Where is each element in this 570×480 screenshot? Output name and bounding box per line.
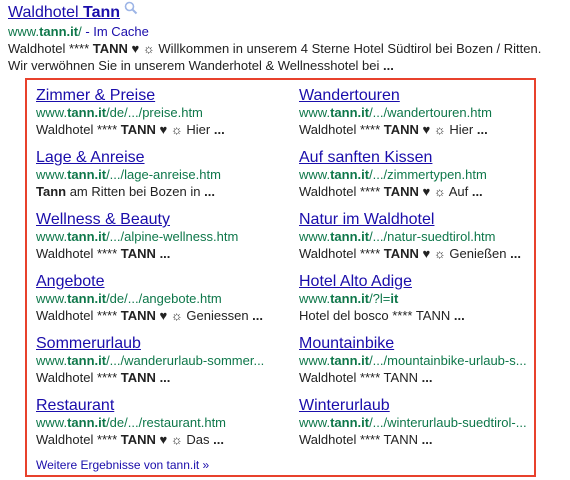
sitelink-url: www.tann.it/de/.../restaurant.htm	[36, 415, 227, 430]
sitelink-snippet: Waldhotel **** TANN ♥ ☼ Genießen ...	[299, 246, 521, 261]
sitelink-url: www.tann.it/.../mountainbike-urlaub-s...	[299, 353, 527, 368]
sitelink-title[interactable]: Hotel Alto Adige	[299, 272, 412, 291]
sitelink-auf-sanften-kissen: Auf sanften Kissen www.tann.it/.../zimme…	[299, 148, 531, 201]
search-result: Waldhotel Tann www.tann.it/ - Im Cache W…	[8, 0, 568, 74]
result-title-link[interactable]: Waldhotel Tann	[8, 4, 120, 21]
sitelink-zimmer-preise: Zimmer & Preise www.tann.it/de/.../preis…	[36, 86, 276, 139]
sitelink-title[interactable]: Sommerurlaub	[36, 334, 141, 353]
sitelink-title[interactable]: Zimmer & Preise	[36, 86, 155, 105]
sitelink-title[interactable]: Mountainbike	[299, 334, 394, 353]
sitelink-snippet: Waldhotel **** TANN ♥ ☼ Hier ...	[299, 122, 488, 137]
result-url: www.tann.it/	[8, 24, 82, 39]
sitelink-title[interactable]: Wandertouren	[299, 86, 400, 105]
sitelink-restaurant: Restaurant www.tann.it/de/.../restaurant…	[36, 396, 276, 449]
sitelink-snippet: Tann am Ritten bei Bozen in ...	[36, 184, 215, 199]
sitelink-url: www.tann.it/.../wandertouren.htm	[299, 105, 492, 120]
sitelink-title[interactable]: Wellness & Beauty	[36, 210, 170, 229]
sitelink-hotel-alto-adige: Hotel Alto Adige www.tann.it/?l=it Hotel…	[299, 272, 531, 325]
sitelink-title[interactable]: Auf sanften Kissen	[299, 148, 432, 167]
sitelink-natur-im-waldhotel: Natur im Waldhotel www.tann.it/.../natur…	[299, 210, 531, 263]
sitelink-wandertouren: Wandertouren www.tann.it/.../wandertoure…	[299, 86, 531, 139]
result-title-row: Waldhotel Tann	[8, 0, 568, 24]
sitelink-title[interactable]: Lage & Anreise	[36, 148, 145, 167]
sitelink-winterurlaub: Winterurlaub www.tann.it/.../winterurlau…	[299, 396, 531, 449]
sitelink-url: www.tann.it/.../winterurlaub-suedtirol-.…	[299, 415, 527, 430]
sitelink-sommerurlaub: Sommerurlaub www.tann.it/.../wanderurlau…	[36, 334, 276, 387]
result-url-row: www.tann.it/ - Im Cache	[8, 24, 568, 40]
sitelink-snippet: Waldhotel **** TANN ♥ ☼ Auf ...	[299, 184, 483, 199]
sitelink-snippet: Waldhotel **** TANN ...	[299, 370, 433, 385]
sitelink-url: www.tann.it/?l=it	[299, 291, 399, 306]
sitelink-snippet: Waldhotel **** TANN ...	[36, 246, 171, 261]
sitelink-snippet: Waldhotel **** TANN ...	[36, 370, 171, 385]
result-title-prefix: Waldhotel	[8, 4, 79, 22]
sitelink-snippet: Waldhotel **** TANN ♥ ☼ Geniessen ...	[36, 308, 264, 323]
sitelink-url: www.tann.it/.../zimmertypen.htm	[299, 167, 487, 182]
sitelink-title[interactable]: Angebote	[36, 272, 105, 291]
sitelink-snippet: Waldhotel **** TANN ...	[299, 432, 433, 447]
sitelink-url: www.tann.it/.../lage-anreise.htm	[36, 167, 221, 182]
result-title-bold: Tann	[83, 4, 121, 22]
sitelink-snippet: Hotel del bosco **** TANN ...	[299, 308, 465, 323]
sitelink-url: www.tann.it/de/.../preise.htm	[36, 105, 203, 120]
sitelink-wellness-beauty: Wellness & Beauty www.tann.it/.../alpine…	[36, 210, 276, 263]
sitelink-lage-anreise: Lage & Anreise www.tann.it/.../lage-anre…	[36, 148, 276, 201]
result-snippet-line-1: Waldhotel **** TANN ♥ ☼ Willkommen in un…	[8, 41, 542, 56]
sitelink-url: www.tann.it/.../alpine-wellness.htm	[36, 229, 239, 244]
sitelink-url: www.tann.it/.../wanderurlaub-sommer...	[36, 353, 265, 368]
sitelink-url: www.tann.it/de/.../angebote.htm	[36, 291, 222, 306]
sitelink-title[interactable]: Winterurlaub	[299, 396, 390, 415]
sitelink-snippet: Waldhotel **** TANN ♥ ☼ Das ...	[36, 432, 224, 447]
sitelink-title[interactable]: Natur im Waldhotel	[299, 210, 434, 229]
sitelink-title[interactable]: Restaurant	[36, 396, 114, 415]
sitelink-angebote: Angebote www.tann.it/de/.../angebote.htm…	[36, 272, 276, 325]
result-snippet-line-2: Wir verwöhnen Sie in unserem Wanderhotel…	[8, 58, 394, 73]
search-icon[interactable]	[124, 0, 138, 22]
cache-link[interactable]: - Im Cache	[85, 24, 149, 39]
more-results-link[interactable]: Weitere Ergebnisse von tann.it »	[36, 457, 209, 473]
sitelink-url: www.tann.it/.../natur-suedtirol.htm	[299, 229, 496, 244]
sitelink-mountainbike: Mountainbike www.tann.it/.../mountainbik…	[299, 334, 531, 387]
sitelink-snippet: Waldhotel **** TANN ♥ ☼ Hier ...	[36, 122, 225, 137]
